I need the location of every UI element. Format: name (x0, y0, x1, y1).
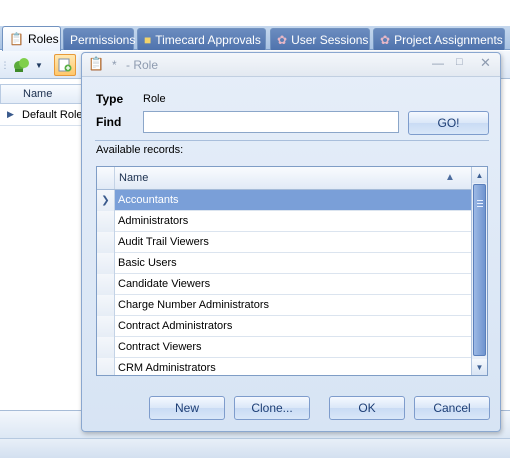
type-label: Type (96, 92, 124, 106)
add-role-icon[interactable] (12, 55, 32, 75)
record-name: Contract Administrators (118, 320, 233, 332)
grip-line (477, 200, 483, 201)
clone-button[interactable]: Clone... (234, 396, 310, 420)
row-selector (97, 252, 115, 274)
record-name: Candidate Viewers (118, 278, 211, 290)
find-label: Find (96, 115, 122, 129)
cancel-button[interactable]: Cancel (414, 396, 490, 420)
tab-user-sessions[interactable]: ✿ User Sessions (270, 28, 370, 50)
records-grid-header: Name ▲ (97, 167, 471, 190)
row-selector (97, 273, 115, 295)
scroll-up-icon[interactable]: ▲ (472, 167, 487, 183)
row-selector (97, 336, 115, 358)
status-bar (0, 438, 510, 458)
roles-grid-row[interactable]: ▶ Default Role (0, 104, 84, 126)
roles-grid-header: Name (0, 84, 84, 104)
list-item[interactable]: Contract Administrators (97, 315, 471, 337)
tab-label: Project Assignments (394, 32, 503, 47)
list-item[interactable]: Contract Viewers (97, 336, 471, 358)
new-button[interactable]: New (149, 396, 225, 420)
ok-button[interactable]: OK (329, 396, 405, 420)
toolbar-grip: ⋮ (0, 59, 10, 70)
tab-label: User Sessions (291, 32, 369, 47)
sort-ascending-icon[interactable]: ▲ (445, 172, 455, 183)
row-indicator-icon: ▶ (7, 109, 14, 119)
project-assignments-icon: ✿ (380, 32, 391, 47)
list-item[interactable]: Candidate Viewers (97, 273, 471, 295)
dialog-title: - Role (126, 58, 159, 72)
grip-line (477, 203, 483, 204)
add-dropdown-icon[interactable]: ▼ (34, 58, 44, 72)
list-item[interactable]: Audit Trail Viewers (97, 231, 471, 253)
row-selector (97, 315, 115, 337)
row-name: Default Role (22, 109, 83, 121)
dialog-titlebar[interactable]: 📋 * - Role — □ ✕ (82, 53, 500, 77)
list-item[interactable]: CRM Administrators (97, 357, 471, 375)
column-header-name[interactable]: Name (23, 88, 52, 100)
tab-label: Timecard Approvals (155, 32, 261, 47)
roles-icon: 📋 (9, 32, 24, 46)
row-selector (97, 357, 115, 375)
tab-label: Permissions (70, 32, 136, 47)
record-name: Contract Viewers (118, 341, 202, 353)
records-list: ❯ Accountants Administrators Audit Trail Vi… (97, 189, 471, 375)
record-name: Basic Users (118, 257, 177, 269)
record-name: Administrators (118, 215, 189, 227)
row-indicator-icon: ❯ (97, 189, 115, 211)
record-name: Audit Trail Viewers (118, 236, 209, 248)
available-records-label: Available records: (96, 144, 184, 156)
grip-line (477, 206, 483, 207)
find-input[interactable] (143, 111, 399, 133)
record-name: Accountants (115, 190, 471, 210)
tab-label: Roles (27, 32, 59, 46)
header-selector-cell (97, 167, 115, 189)
new-record-icon[interactable] (54, 54, 76, 76)
list-item[interactable]: Basic Users (97, 252, 471, 274)
tab-timecard-approvals[interactable]: ■ Timecard Approvals (137, 28, 266, 50)
scroll-down-icon[interactable]: ▼ (472, 359, 487, 375)
record-name: CRM Administrators (118, 362, 216, 374)
list-item[interactable]: Administrators (97, 210, 471, 232)
divider (95, 140, 489, 141)
scroll-thumb[interactable] (473, 184, 486, 356)
type-value: Role (143, 93, 166, 105)
list-item[interactable]: Charge Number Administrators (97, 294, 471, 316)
user-sessions-icon: ✿ (277, 32, 288, 47)
close-icon[interactable]: ✕ (480, 55, 491, 71)
timecard-icon: ■ (144, 32, 152, 47)
column-header-name[interactable]: Name (119, 172, 148, 184)
minimize-icon[interactable]: — (432, 56, 444, 70)
maximize-icon[interactable]: □ (456, 56, 463, 68)
vertical-scrollbar[interactable]: ▲ ▼ (471, 167, 487, 375)
roles-icon: 📋 (88, 56, 105, 71)
tab-permissions[interactable]: Permissions (63, 28, 136, 50)
row-selector (97, 231, 115, 253)
record-name: Charge Number Administrators (118, 299, 270, 311)
go-button[interactable]: GO! (408, 111, 489, 135)
list-item[interactable]: ❯ Accountants (97, 189, 471, 211)
tab-roles[interactable]: 📋 Roles (2, 26, 61, 51)
row-selector (97, 210, 115, 232)
role-dialog: 📋 * - Role — □ ✕ Type Role Find GO! Avai… (81, 52, 501, 432)
records-grid: Name ▲ ❯ Accountants Administrators Audit T… (96, 166, 488, 376)
row-selector (97, 294, 115, 316)
dialog-title-modified: * (112, 58, 117, 72)
tab-project-assignments[interactable]: ✿ Project Assignments (373, 28, 505, 50)
